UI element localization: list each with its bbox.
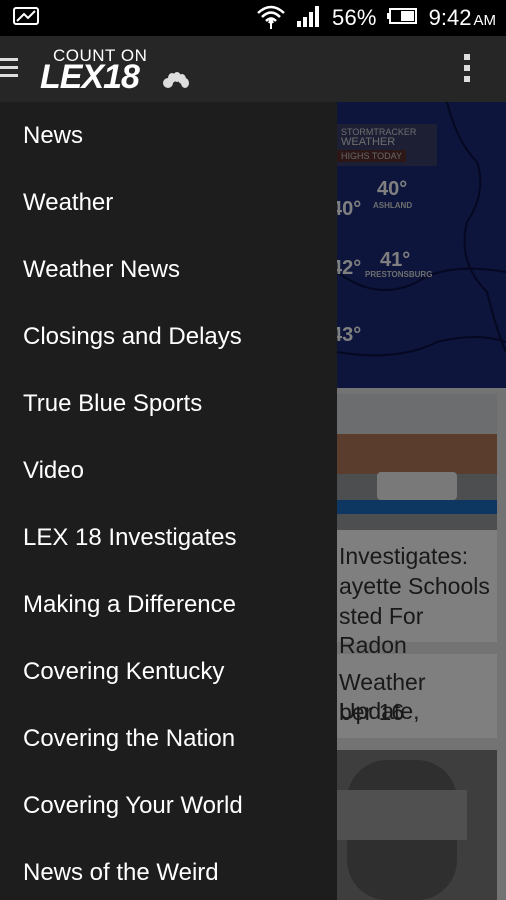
drawer-item-making-a-difference[interactable]: Making a Difference: [0, 571, 337, 638]
menu-icon[interactable]: [0, 58, 18, 78]
drawer-item-label: Covering Your World: [23, 791, 243, 819]
clock-time: 9:42: [428, 5, 472, 30]
drawer-item-label: True Blue Sports: [23, 389, 203, 417]
drawer-item-true-blue-sports[interactable]: True Blue Sports: [0, 370, 337, 437]
drawer-scrim[interactable]: [337, 102, 506, 900]
drawer-item-label: Weather: [23, 188, 114, 216]
drawer-item-video[interactable]: Video: [0, 437, 337, 504]
wifi-icon: [256, 3, 286, 34]
drawer-item-lex18-investigates[interactable]: LEX 18 Investigates: [0, 504, 337, 571]
drawer-item-covering-nation[interactable]: Covering the Nation: [0, 705, 337, 772]
drawer-item-label: Covering the Nation: [23, 724, 236, 752]
peacock-icon: [163, 72, 189, 88]
notification-icon: [12, 6, 40, 31]
navigation-drawer: News Weather Weather News Closings and D…: [0, 102, 337, 900]
overflow-menu-icon[interactable]: [464, 54, 472, 86]
logo-wordmark: LEX18: [40, 58, 140, 96]
drawer-item-label: Making a Difference: [23, 590, 236, 618]
drawer-item-news[interactable]: News: [0, 102, 337, 169]
drawer-item-news-of-weird[interactable]: News of the Weird: [0, 839, 337, 900]
drawer-item-weather[interactable]: Weather: [0, 169, 337, 236]
status-bar: 56% 9:42 AM: [0, 0, 506, 36]
app-bar: COUNT ON LEX18: [0, 36, 506, 102]
drawer-item-label: Closings and Delays: [23, 322, 242, 350]
clock-ampm: AM: [473, 12, 497, 29]
drawer-item-label: Weather News: [23, 255, 180, 283]
drawer-item-closings-delays[interactable]: Closings and Delays: [0, 303, 337, 370]
drawer-item-label: Covering Kentucky: [23, 657, 225, 685]
drawer-item-weather-news[interactable]: Weather News: [0, 236, 337, 303]
drawer-item-covering-world[interactable]: Covering Your World: [0, 772, 337, 839]
app-logo[interactable]: COUNT ON LEX18: [40, 44, 200, 96]
drawer-item-label: News of the Weird: [23, 858, 219, 886]
clock: 9:42 AM: [429, 5, 496, 31]
drawer-item-label: LEX 18 Investigates: [23, 523, 237, 551]
drawer-item-label: Video: [23, 456, 84, 484]
status-indicators: 56% 9:42 AM: [256, 3, 496, 34]
drawer-item-covering-kentucky[interactable]: Covering Kentucky: [0, 638, 337, 705]
battery-percent: 56%: [332, 5, 377, 30]
drawer-item-label: News: [23, 121, 84, 149]
battery-icon: [386, 6, 419, 31]
signal-icon: [296, 5, 322, 32]
